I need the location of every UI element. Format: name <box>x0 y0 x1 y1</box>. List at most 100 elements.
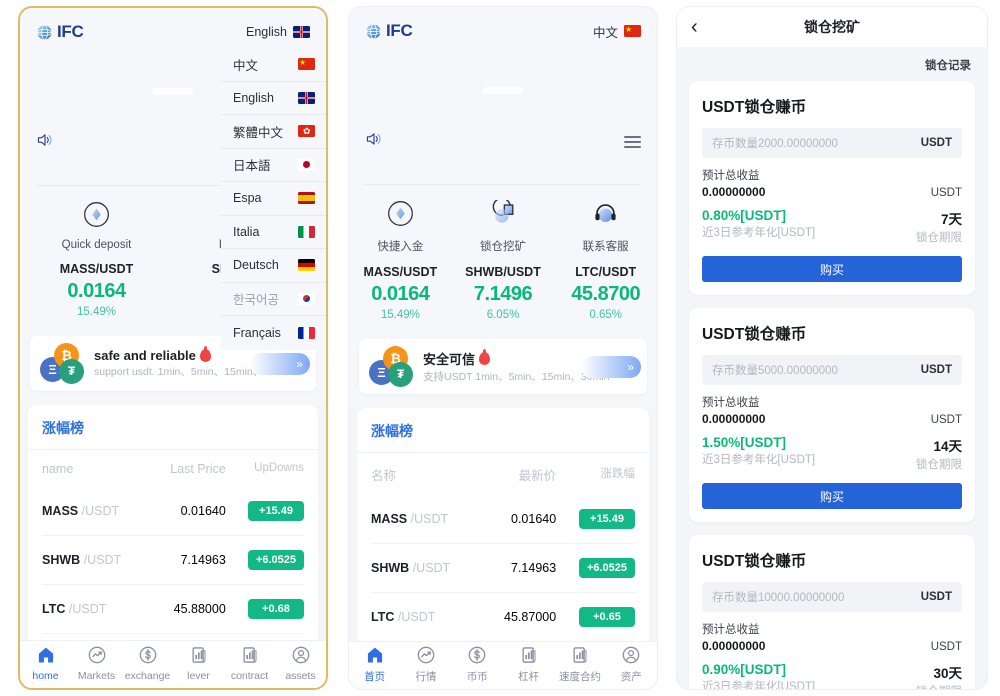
hamburger-icon[interactable] <box>624 135 641 148</box>
mining-scroll-area[interactable]: 锁仓记录 USDT锁仓赚币 存币数量2000.00000000 USDT 预计总收益 0… <box>677 47 987 690</box>
language-option-4[interactable]: Espa <box>221 182 326 216</box>
tab-contract[interactable]: contract <box>224 645 275 682</box>
row-symbol: MASS /USDT <box>42 503 120 518</box>
tether-coin-icon: ₮ <box>59 358 84 384</box>
table-row[interactable]: MASS /USDT 0.01640 +15.49 <box>371 494 635 543</box>
promo-banner-arrow-cn[interactable]: » <box>581 355 641 378</box>
row-price: 7.14963 <box>511 561 557 575</box>
mining-card-2[interactable]: USDT锁仓赚币 存币数量10000.00000000 USDT 预计总收益 0.000… <box>689 535 975 690</box>
flag-hk-icon <box>298 125 315 138</box>
tab-lever[interactable]: lever <box>173 647 224 682</box>
speaker-icon[interactable] <box>36 132 54 153</box>
language-option-label: Italia <box>233 224 260 239</box>
ticker-price: 0.0164 <box>67 280 126 302</box>
language-option-8[interactable]: Français <box>221 316 326 350</box>
tab-Markets[interactable]: Markets <box>71 646 122 682</box>
table-row[interactable]: LTC /USDT 45.87000 +0.65 <box>371 592 635 641</box>
deposit-amount-input[interactable]: 存币数量2000.00000000 USDT <box>702 128 962 158</box>
lock-records-link[interactable]: 锁仓记录 <box>689 47 975 81</box>
expected-profit-label: 预计总收益 <box>702 624 760 636</box>
language-option-6[interactable]: Deutsch <box>221 249 326 283</box>
flag-kr-icon <box>298 292 315 305</box>
headset-icon <box>592 200 619 232</box>
tether-coin-icon: ₮ <box>388 361 413 387</box>
tab-杠杆[interactable]: 杠杆 <box>503 646 554 684</box>
promo-banner-arrow-en[interactable]: » <box>250 352 310 375</box>
buy-button[interactable]: 购买 <box>702 256 962 282</box>
tab-icon-wrap <box>349 647 400 667</box>
expected-profit-unit: USDT <box>930 414 962 426</box>
change-badge: +0.68 <box>248 599 304 619</box>
hero-bottom-row-cn <box>365 115 641 152</box>
ticker-change: 0.65% <box>589 309 622 321</box>
tab-assets[interactable]: assets <box>275 645 326 682</box>
tab-资产[interactable]: 资产 <box>606 646 657 684</box>
language-current-label-en: English <box>246 25 287 39</box>
chart-doc-icon <box>240 645 260 670</box>
change-badge: +6.0525 <box>248 550 304 570</box>
tab-币币[interactable]: 币币 <box>452 645 503 684</box>
language-option-label: Deutsch <box>233 258 279 273</box>
row-change: +0.65 <box>556 607 635 627</box>
language-option-7[interactable]: 한국어공 <box>221 283 326 316</box>
hero-top-row-en: IFC English <box>36 22 310 42</box>
hero-top-row-cn: IFC 中文 <box>365 21 641 41</box>
rank-header-row-en: name Last Price UpDowns <box>42 450 304 486</box>
flag-fr-icon <box>298 326 315 339</box>
tab-首页[interactable]: 首页 <box>349 647 400 684</box>
mining-card-0[interactable]: USDT锁仓赚币 存币数量2000.00000000 USDT 预计总收益 0.0000… <box>689 81 975 295</box>
deposit-amount-input[interactable]: 存币数量10000.00000000 USDT <box>702 582 962 612</box>
ticker-pair: LTC/USDT <box>575 265 637 279</box>
rank-card-title-en: 涨幅榜 <box>28 405 318 450</box>
apr-caption: 近3日参考年化[USDT] <box>702 681 816 690</box>
language-selector-cn[interactable]: 中文 <box>593 22 641 41</box>
quick-action-0[interactable]: 快捷入金 MASS/USDT 0.0164 15.49% <box>349 199 452 321</box>
table-row[interactable]: LTC /USDT 45.88000 +0.68 <box>42 584 304 633</box>
tab-icon-wrap <box>503 646 554 667</box>
tab-行情[interactable]: 行情 <box>400 646 451 684</box>
language-option-5[interactable]: Italia <box>221 216 326 249</box>
expected-profit-unit: USDT <box>930 641 962 653</box>
language-current-label-cn: 中文 <box>592 25 618 40</box>
deposit-amount-input[interactable]: 存币数量5000.00000000 USDT <box>702 355 962 385</box>
quick-action-2[interactable]: 联系客服 LTC/USDT 45.8700 0.65% <box>554 199 657 321</box>
language-option-3[interactable]: 日本語 <box>221 149 326 182</box>
table-row[interactable]: SHWB /USDT 7.14963 +6.0525 <box>42 535 304 584</box>
promo-banner-title-cn: 安全可信 <box>423 351 476 367</box>
mining-card-1[interactable]: USDT锁仓赚币 存币数量5000.00000000 USDT 预计总收益 0.0000… <box>689 308 975 522</box>
tab-home[interactable]: home <box>20 647 71 682</box>
screenshot-root: IFC English 中文 English 繁體中文日本語 Espa Italia De… <box>0 0 1000 696</box>
term-caption: 锁仓期限 <box>916 232 962 244</box>
table-row[interactable]: MASS /USDT 0.01640 +15.49 <box>42 486 304 535</box>
language-option-0[interactable]: 中文 <box>221 48 326 82</box>
tab-label: home <box>32 669 59 682</box>
language-option-1[interactable]: English <box>221 82 326 115</box>
quick-action-0[interactable]: Quick deposit MASS/USDT 0.0164 15.49% <box>20 200 173 318</box>
tab-icon-wrap <box>275 645 326 670</box>
language-option-2[interactable]: 繁體中文 <box>221 115 326 149</box>
deposit-amount-placeholder: 存币数量2000.00000000 <box>712 138 838 150</box>
buy-button[interactable]: 购买 <box>702 483 962 509</box>
speaker-icon[interactable] <box>365 131 383 152</box>
quick-action-1[interactable]: 锁仓挖矿 SHWB/USDT 7.1496 6.05% <box>452 197 555 321</box>
language-selector-en[interactable]: English <box>246 25 310 39</box>
flag-cn-icon <box>624 25 641 37</box>
promo-banner-cn[interactable]: Ξ ₿ ₮ 安全可信 支持USDT 1min、5min、15min、30min … <box>359 339 647 394</box>
expected-profit-value: 0.00000000 <box>702 185 766 199</box>
tab-exchange[interactable]: exchange <box>122 645 173 682</box>
promo-banner-title-en: safe and reliable <box>94 347 196 363</box>
tab-icon-wrap <box>554 646 605 667</box>
tab-icon-wrap <box>606 646 657 667</box>
rank-col-change-cn: 涨跌幅 <box>600 468 636 480</box>
tab-速度合约[interactable]: 速度合约 <box>554 646 605 684</box>
dollar-circle-icon <box>138 645 158 670</box>
ticker-change: 15.49% <box>76 306 116 318</box>
table-row[interactable]: SHWB /USDT 7.14963 +6.0525 <box>371 543 635 592</box>
brand-name-en: IFC <box>57 22 84 41</box>
tab-icon-wrap <box>71 646 122 668</box>
language-dropdown-menu[interactable]: 中文 English 繁體中文日本語 Espa Italia Deutsch 한국어공 Fra… <box>221 48 326 350</box>
brand-name-cn: IFC <box>386 21 413 40</box>
dollar-circle-icon <box>467 645 487 670</box>
user-circle-icon <box>291 645 311 670</box>
ticker-change: 15.49% <box>380 309 420 321</box>
